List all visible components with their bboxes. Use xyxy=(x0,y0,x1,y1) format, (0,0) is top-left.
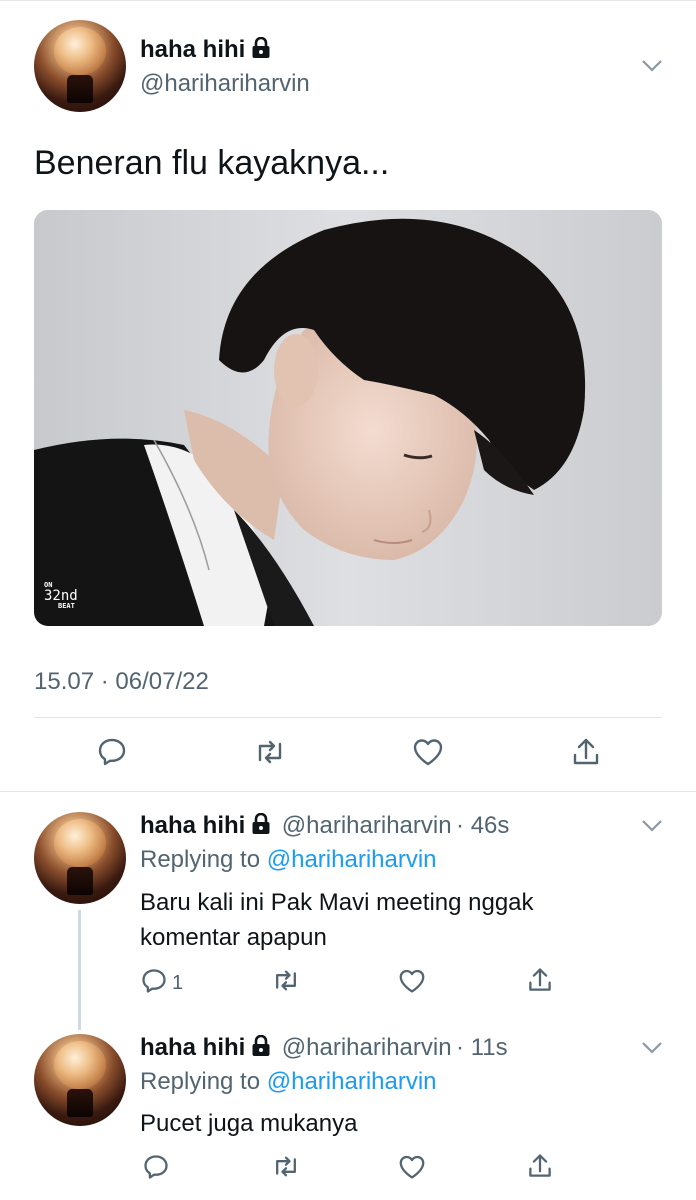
like-button[interactable] xyxy=(396,1154,428,1184)
share-icon xyxy=(570,736,602,773)
speech-bubble-icon xyxy=(140,967,168,1000)
like-button[interactable] xyxy=(410,736,446,772)
watermark-bottom: BEAT xyxy=(58,602,75,610)
avatar-stand xyxy=(67,75,93,103)
speech-bubble-icon xyxy=(96,736,128,773)
share-icon xyxy=(526,966,554,999)
replying-to: Replying to @harihariharvin xyxy=(140,1068,437,1096)
heart-icon xyxy=(398,1154,426,1185)
avatar-globe xyxy=(54,819,106,868)
reply-count: 1 xyxy=(172,971,184,994)
avatar[interactable] xyxy=(34,1034,126,1126)
retweet-icon xyxy=(271,968,301,998)
reply-text-line: komentar apapun xyxy=(140,924,327,951)
author-name[interactable]: haha hihi xyxy=(140,1034,245,1061)
author-handle[interactable]: @harihariharvin xyxy=(282,812,452,839)
chevron-down-icon[interactable] xyxy=(638,1036,666,1060)
tweet-photo[interactable]: ON 32nd BEAT xyxy=(34,210,662,626)
top-divider xyxy=(0,0,696,1)
avatar-globe xyxy=(54,27,106,76)
thread-line xyxy=(78,910,81,1030)
retweet-button[interactable] xyxy=(270,1154,302,1184)
avatar-stand xyxy=(67,1089,93,1117)
divider xyxy=(34,717,662,718)
retweet-icon xyxy=(271,1154,301,1184)
heart-icon xyxy=(412,737,444,772)
replying-to-link[interactable]: @harihariharvin xyxy=(267,846,437,873)
main-author-row: haha hihi xyxy=(140,36,271,64)
reply-button[interactable] xyxy=(140,1154,172,1184)
share-button[interactable] xyxy=(568,736,604,772)
reply-text: Pucet juga mukanya xyxy=(140,1106,357,1141)
lock-icon xyxy=(251,812,271,840)
share-icon xyxy=(526,1152,554,1185)
avatar[interactable] xyxy=(34,20,126,112)
tweet-text: Beneran flu kayaknya... xyxy=(34,144,390,182)
avatar[interactable] xyxy=(34,812,126,904)
tweet-timestamp[interactable]: 15.07 · 06/07/22 xyxy=(34,668,209,696)
retweet-icon xyxy=(253,738,287,771)
reply-text-line: Baru kali ini Pak Mavi meeting nggak xyxy=(140,889,534,916)
author-name[interactable]: haha hihi xyxy=(140,812,245,839)
avatar-globe xyxy=(54,1041,106,1090)
reply-header: haha hihi @harihariharvin · 11s xyxy=(140,1034,508,1062)
heart-icon xyxy=(398,968,426,999)
replying-prefix: Replying to xyxy=(140,846,261,873)
section-divider xyxy=(0,791,696,792)
like-button[interactable] xyxy=(396,968,428,998)
lock-icon xyxy=(251,1034,271,1062)
share-button[interactable] xyxy=(524,1152,556,1184)
replying-to-link[interactable]: @harihariharvin xyxy=(267,1068,437,1095)
reply-text: Baru kali ini Pak Mavi meeting nggak kom… xyxy=(140,885,534,955)
reply-button[interactable] xyxy=(94,736,130,772)
lock-icon xyxy=(251,36,271,64)
author-handle[interactable]: @harihariharvin xyxy=(140,70,310,98)
chevron-down-icon[interactable] xyxy=(638,54,666,78)
avatar-stand xyxy=(67,867,93,895)
reply-text-line: Pucet juga mukanya xyxy=(140,1110,358,1137)
author-handle[interactable]: @harihariharvin xyxy=(282,1034,452,1061)
reply-time[interactable]: · 46s xyxy=(456,812,509,839)
reply-time[interactable]: · 11s xyxy=(456,1034,508,1061)
author-name[interactable]: haha hihi xyxy=(140,36,245,63)
watermark-middle: 32nd xyxy=(44,588,78,604)
replying-to: Replying to @harihariharvin xyxy=(140,846,437,874)
reply-header: haha hihi @harihariharvin · 46s xyxy=(140,812,509,840)
speech-bubble-icon xyxy=(142,1153,170,1186)
photo-illustration xyxy=(34,210,662,626)
retweet-button[interactable] xyxy=(270,968,302,998)
chevron-down-icon[interactable] xyxy=(638,814,666,838)
share-button[interactable] xyxy=(524,966,556,998)
retweet-button[interactable] xyxy=(252,736,288,772)
media-watermark: ON 32nd BEAT xyxy=(44,582,78,610)
reply-button[interactable]: 1 xyxy=(140,968,183,998)
replying-prefix: Replying to xyxy=(140,1068,261,1095)
